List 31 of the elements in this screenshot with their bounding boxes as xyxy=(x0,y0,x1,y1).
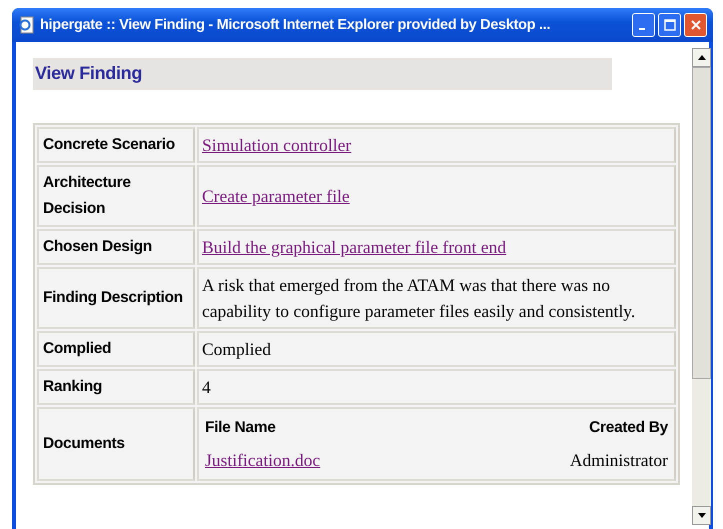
close-icon xyxy=(690,19,702,31)
value-text: A risk that emerged from the ATAM was that there was no capability to configure parameter files easily and consistently. xyxy=(197,267,676,329)
scrollbar[interactable] xyxy=(692,48,711,525)
page-heading: View Finding xyxy=(33,58,612,90)
field-label: Chosen Design xyxy=(37,229,195,265)
scroll-up-button[interactable] xyxy=(692,48,711,67)
field-label: Architecture Decision xyxy=(37,165,195,227)
down-arrow-icon xyxy=(698,513,706,518)
field-label: Complied xyxy=(37,331,195,367)
scroll-thumb[interactable] xyxy=(692,67,711,379)
minimize-icon xyxy=(638,28,644,30)
field-label: Ranking xyxy=(37,369,195,405)
page-icon xyxy=(18,16,36,34)
column-header: Created By xyxy=(589,418,668,438)
value-text: 4 xyxy=(197,369,676,405)
value-text: Complied xyxy=(197,331,676,367)
maximize-button[interactable] xyxy=(658,13,681,37)
up-arrow-icon xyxy=(698,55,706,60)
creator-text: Administrator xyxy=(570,449,668,472)
field-label: Concrete Scenario xyxy=(37,127,195,163)
file-link[interactable]: Justification.doc xyxy=(205,444,320,476)
window-title: hipergate :: View Finding - Microsoft Internet Explorer provided by Desktop ... xyxy=(40,17,552,33)
minimize-button[interactable] xyxy=(632,13,655,37)
scroll-down-button[interactable] xyxy=(692,506,711,525)
field-label: Finding Description xyxy=(37,267,195,329)
value-link[interactable]: Simulation controller xyxy=(202,135,352,155)
field-label: Documents xyxy=(37,407,195,481)
column-header: File Name xyxy=(205,418,276,438)
maximize-icon xyxy=(664,19,676,31)
close-button[interactable] xyxy=(684,13,707,37)
value-link[interactable]: Create parameter file xyxy=(202,186,350,206)
